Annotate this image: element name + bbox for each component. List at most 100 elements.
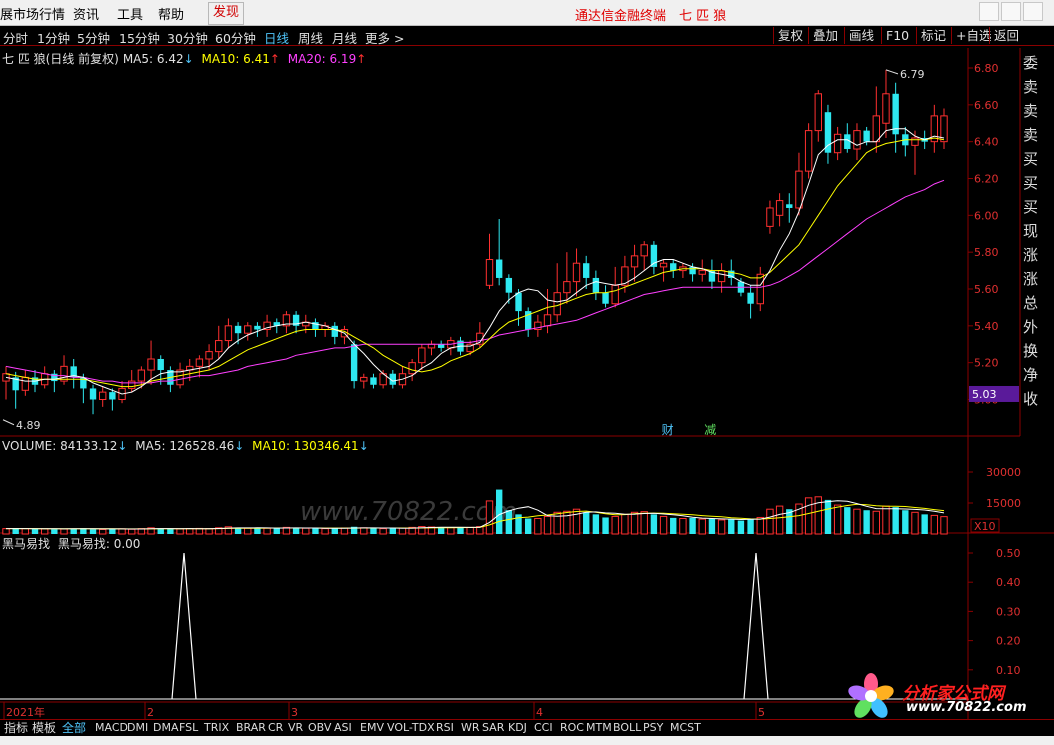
indicator-legend: 黑马易找 黑马易找: 0.00 <box>2 535 144 552</box>
candle-body <box>408 362 416 375</box>
indicator-tick-label: 0.50 <box>996 547 1021 560</box>
candle-body <box>814 93 822 132</box>
tab-sar[interactable]: SAR <box>480 720 506 736</box>
volume-bar <box>775 505 784 535</box>
volume-bar <box>747 518 754 534</box>
tab-cci[interactable]: CCI <box>532 720 555 736</box>
candle-body <box>157 358 164 371</box>
volume-ma5-label: MA5: 126528.46 <box>135 439 235 453</box>
volume-bar <box>485 500 494 535</box>
volume-bar <box>70 528 77 534</box>
tab-brar[interactable]: BRAR <box>234 720 268 736</box>
candle-body <box>515 292 522 312</box>
high-marker-label: 6.79 <box>900 68 925 81</box>
volume-bar <box>930 514 939 535</box>
volume-bar <box>872 510 881 535</box>
volume-bar <box>563 510 571 535</box>
volume-bar <box>466 526 474 535</box>
side-label: 净 <box>1023 366 1039 384</box>
up-arrow-icon: ↑ <box>356 52 367 66</box>
indicator-value: 黑马易找: 0.00 <box>57 537 141 551</box>
tab-rsi[interactable]: RSI <box>434 720 456 736</box>
volume-bar <box>457 527 464 534</box>
down-arrow-icon: ↓ <box>183 52 194 66</box>
candle-body <box>215 340 223 353</box>
volume-bar <box>717 519 726 535</box>
tab-roc[interactable]: ROC <box>558 720 586 736</box>
chart-canvas[interactable]: www.70822.com 6.79 4.89 财 减 6.80 6.60 6.40 6.2… <box>0 0 1054 745</box>
candle-body <box>611 284 619 305</box>
volume-bar <box>728 519 735 534</box>
tab-trix[interactable]: TRIX <box>202 720 231 736</box>
volume-bar <box>611 515 619 535</box>
candle-body <box>795 170 803 209</box>
volume-bar <box>495 489 503 534</box>
candle-body <box>583 263 590 278</box>
candle-body <box>882 93 890 124</box>
volume-bar <box>853 508 861 535</box>
volume-bar <box>630 511 639 535</box>
candle-body <box>911 137 919 146</box>
tab-cr[interactable]: CR <box>266 720 285 736</box>
tab-psy[interactable]: PSY <box>641 720 665 736</box>
candle-body <box>99 391 107 400</box>
volume-bar <box>689 517 696 534</box>
volume-bar <box>524 518 532 534</box>
tab-fsl[interactable]: FSL <box>177 720 200 736</box>
candle-body <box>872 115 881 143</box>
tab-asi[interactable]: ASI <box>332 720 354 736</box>
volume-bar <box>176 528 184 535</box>
tab-wr[interactable]: WR <box>459 720 482 736</box>
volume-bar <box>263 527 271 535</box>
tab-indicator[interactable]: 指标 <box>2 720 30 736</box>
tab-mcst[interactable]: MCST <box>668 720 703 736</box>
tab-obv[interactable]: OBV <box>306 720 333 736</box>
tab-mtm[interactable]: MTM <box>584 720 614 736</box>
volume-ma10-label: MA10: 130346.41 <box>252 439 359 453</box>
tab-vol-tdx[interactable]: VOL-TDX <box>385 720 437 736</box>
flower-logo-icon <box>848 673 894 718</box>
candle-body <box>630 255 639 268</box>
candle-body <box>553 292 561 316</box>
candle-body <box>833 133 842 154</box>
tab-dmi[interactable]: DMI <box>125 720 150 736</box>
ma5-label: MA5: 6.42 <box>122 52 184 66</box>
tab-emv[interactable]: EMV <box>358 720 386 736</box>
candle-body <box>331 325 338 337</box>
volume-bar <box>254 528 261 534</box>
side-label: 涨 <box>1023 246 1039 264</box>
volume-multiplier-label: X10 <box>974 520 996 533</box>
tab-boll[interactable]: BOLL <box>611 720 643 736</box>
high-marker-line <box>885 69 899 75</box>
side-label: 换 <box>1023 342 1039 360</box>
date-tick-label: 5 <box>758 706 765 719</box>
candle-body <box>495 259 503 278</box>
volume-bar <box>51 529 58 534</box>
down-arrow-icon: ↓ <box>234 439 245 453</box>
volume-bar <box>708 518 716 534</box>
volume-bar <box>21 528 30 535</box>
price-legend: 七 匹 狼(日线 前复权) MA5: 6.42↓ MA10: 6.41↑ MA20… <box>2 50 370 67</box>
tab-all[interactable]: 全部 <box>60 720 88 736</box>
candle-body <box>137 369 146 382</box>
side-label: 涨 <box>1023 270 1039 288</box>
down-arrow-icon: ↓ <box>117 439 128 453</box>
candle-body <box>640 244 648 257</box>
candle-body <box>195 358 204 367</box>
tab-kdj[interactable]: KDJ <box>506 720 529 736</box>
volume-bar <box>302 527 310 535</box>
volume-bar <box>312 528 319 534</box>
tab-template[interactable]: 模板 <box>30 720 58 736</box>
candle-body <box>437 344 445 348</box>
price-tick-label: 5.40 <box>974 320 999 333</box>
tab-vr[interactable]: VR <box>286 720 305 736</box>
price-tick-label: 6.60 <box>974 99 999 112</box>
candle-body <box>254 325 261 330</box>
side-label: 收 <box>1023 390 1039 408</box>
candle-body <box>21 376 30 391</box>
volume-bar <box>370 528 377 534</box>
indicator-spike <box>743 552 769 700</box>
volume-bar <box>679 518 687 535</box>
volume-bar <box>31 529 39 534</box>
volume-bar <box>360 527 368 535</box>
